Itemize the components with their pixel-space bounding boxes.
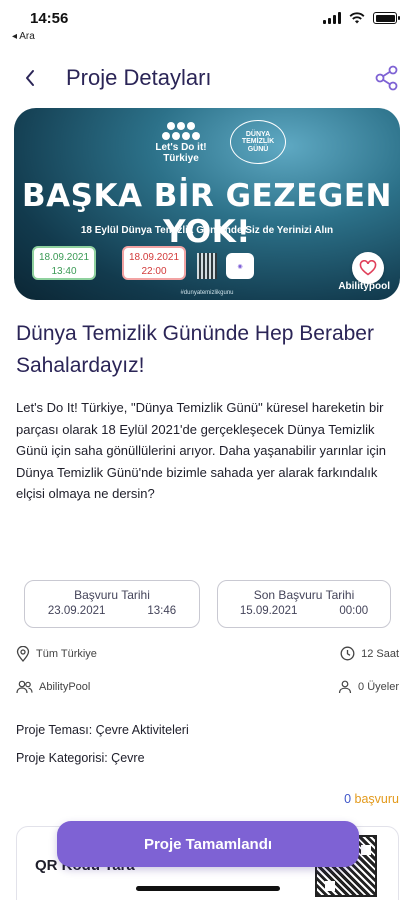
deadline-time: 00:00 xyxy=(339,605,369,617)
page-header: Proje Detayları xyxy=(0,58,415,102)
share-button[interactable] xyxy=(373,64,401,92)
end-date-chip: 18.09.2021 22:00 xyxy=(122,246,186,280)
members-text: 0 Üyeler xyxy=(358,681,399,693)
lets-do-it-logo: Let's Do it! Türkiye xyxy=(144,122,218,164)
battery-icon xyxy=(373,12,400,24)
project-theme: Proje Teması: Çevre Aktiviteleri xyxy=(16,723,189,737)
share-icon xyxy=(375,65,398,91)
project-completed-button[interactable]: Proje Tamamlandı xyxy=(57,821,359,867)
end-date: 18.09.2021 xyxy=(128,252,180,263)
start-time: 13:40 xyxy=(51,266,77,277)
deadline-date: 15.09.2021 xyxy=(239,605,298,617)
location-text: Tüm Türkiye xyxy=(36,648,97,660)
project-category: Proje Kategorisi: Çevre xyxy=(16,751,145,765)
clock-icon xyxy=(340,646,355,661)
organizer-row: AbilityPool xyxy=(16,680,90,694)
chevron-left-icon xyxy=(26,70,34,86)
banner-barcode-thumbnail xyxy=(197,253,217,279)
deadline-date-label: Son Başvuru Tarihi xyxy=(253,588,355,602)
project-banner: Let's Do it! Türkiye DÜNYA TEMİZLİK GÜNÜ… xyxy=(14,108,400,300)
user-icon xyxy=(338,680,352,694)
status-icons xyxy=(323,12,400,24)
heart-icon xyxy=(359,260,377,276)
application-date-label: Başvuru Tarihi xyxy=(74,588,150,602)
status-time: 14:56 xyxy=(30,10,69,27)
start-date-chip: 18.09.2021 13:40 xyxy=(32,246,96,280)
organizer-text: AbilityPool xyxy=(39,681,91,693)
back-button[interactable] xyxy=(16,64,44,92)
project-title: Dünya Temizlik Gününde Hep Beraber Sahal… xyxy=(16,322,374,377)
favorite-button[interactable] xyxy=(352,252,384,284)
logo2-line3: GÜNÜ xyxy=(247,145,269,153)
end-time: 22:00 xyxy=(141,266,167,277)
application-count-label: başvuru xyxy=(354,792,399,806)
logo2-line2: TEMİZLİK xyxy=(241,138,275,146)
project-description: Let's Do It! Türkiye, "Dünya Temizlik Gü… xyxy=(16,400,386,501)
users-icon xyxy=(16,680,33,694)
application-time: 13:46 xyxy=(147,605,177,617)
abilitypool-brand: Abilitypool xyxy=(338,281,390,292)
world-cleanup-day-logo: DÜNYA TEMİZLİK GÜNÜ xyxy=(230,120,286,164)
cellular-signal-icon xyxy=(323,12,341,24)
banner-partner-logo: ◉ xyxy=(226,253,254,279)
application-count-number: 0 xyxy=(344,792,352,806)
banner-headline: BAŞKA BİR GEZEGEN YOK! xyxy=(22,178,392,250)
page-title: Proje Detayları xyxy=(66,65,212,90)
wifi-icon xyxy=(349,12,365,24)
duration-text: 12 Saat xyxy=(361,647,399,660)
application-date-card: Başvuru Tarihi 23.09.2021 13:46 xyxy=(24,580,200,628)
home-indicator xyxy=(136,886,280,891)
start-date: 18.09.2021 xyxy=(38,252,90,263)
duration-row: 12 Saat xyxy=(340,646,399,661)
status-back-link[interactable]: ◂ Ara xyxy=(12,31,35,42)
lets-do-it-logo-text: Let's Do it! Türkiye xyxy=(155,142,207,164)
status-bar: 14:56 ◂ Ara xyxy=(0,0,415,44)
deadline-date-card: Son Başvuru Tarihi 15.09.2021 00:00 xyxy=(217,580,391,628)
location-row: Tüm Türkiye xyxy=(16,646,97,662)
location-pin-icon xyxy=(16,646,30,662)
application-date: 23.09.2021 xyxy=(47,605,106,617)
application-count: 0 başvuru xyxy=(344,792,399,806)
banner-subline: 18 Eylül Dünya Temizlik Günü'nde Siz de … xyxy=(80,225,334,236)
members-row: 0 Üyeler xyxy=(338,680,399,694)
